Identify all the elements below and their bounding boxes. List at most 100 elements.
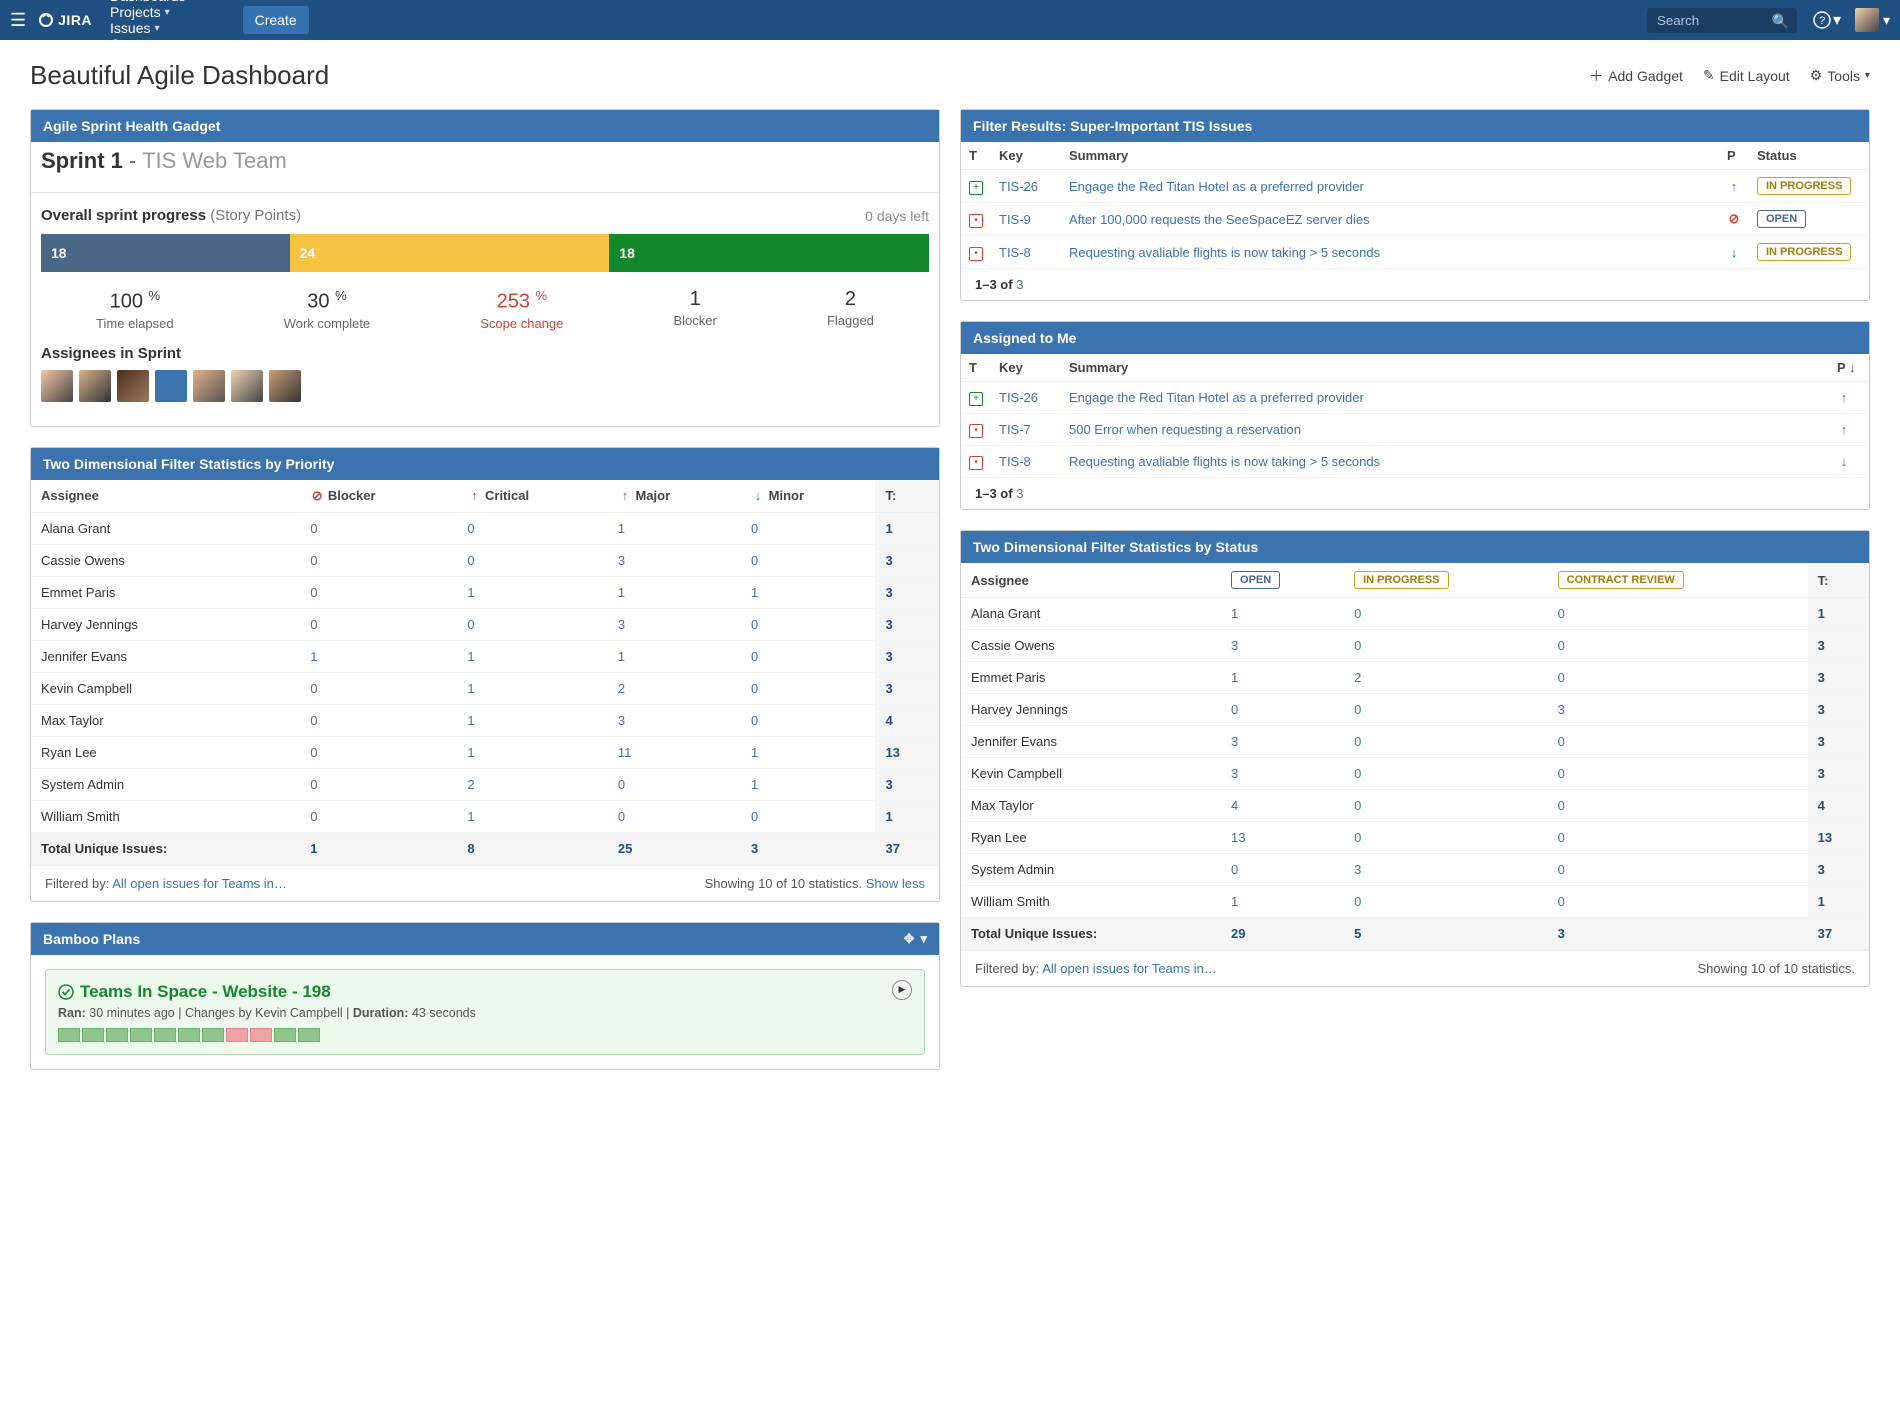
count-link[interactable]: 1 — [618, 585, 625, 600]
count-link[interactable]: 3 — [1354, 862, 1361, 877]
count-link[interactable]: 37 — [1818, 926, 1832, 941]
count-link[interactable]: 0 — [751, 553, 758, 568]
jira-logo[interactable]: JIRA — [38, 12, 92, 28]
bamboo-plan-link[interactable]: Teams In Space - Website - 198 — [80, 982, 331, 1002]
nav-capture[interactable]: Capture ▾ — [110, 36, 195, 52]
count-link[interactable]: 0 — [1354, 894, 1361, 909]
count-link[interactable]: 0 — [310, 681, 317, 696]
build-cell[interactable] — [226, 1028, 248, 1042]
count-link[interactable]: 0 — [1354, 734, 1361, 749]
count-link[interactable]: 1 — [1231, 894, 1238, 909]
user-avatar[interactable]: ▾ — [1855, 8, 1890, 32]
issue-key-link[interactable]: TIS-7 — [999, 422, 1031, 437]
count-link[interactable]: 1 — [467, 745, 474, 760]
nav-projects[interactable]: Projects ▾ — [110, 4, 195, 20]
edit-layout-button[interactable]: ✎Edit Layout — [1703, 67, 1790, 84]
count-link[interactable]: 0 — [1558, 894, 1565, 909]
issue-key-link[interactable]: TIS-9 — [999, 212, 1031, 227]
count-link[interactable]: 1 — [467, 713, 474, 728]
count-link[interactable]: 3 — [1558, 926, 1565, 941]
count-link[interactable]: 4 — [1231, 798, 1238, 813]
count-link[interactable]: 13 — [885, 745, 899, 760]
count-link[interactable]: 1 — [467, 649, 474, 664]
build-cell[interactable] — [250, 1028, 272, 1042]
pager-link[interactable]: 3 — [1016, 486, 1023, 501]
issue-key-link[interactable]: TIS-26 — [999, 390, 1038, 405]
count-link[interactable]: 1 — [1818, 894, 1825, 909]
issue-key-link[interactable]: TIS-8 — [999, 454, 1031, 469]
build-cell[interactable] — [58, 1028, 80, 1042]
count-link[interactable]: 1 — [467, 681, 474, 696]
count-link[interactable]: 0 — [1558, 734, 1565, 749]
count-link[interactable]: 3 — [618, 553, 625, 568]
count-link[interactable]: 0 — [618, 777, 625, 792]
count-link[interactable]: 3 — [885, 681, 892, 696]
play-icon[interactable]: ▶ — [892, 980, 912, 1000]
issue-key-link[interactable]: TIS-8 — [999, 245, 1031, 260]
count-link[interactable]: 1 — [310, 649, 317, 664]
hamburger-icon[interactable]: ☰ — [10, 10, 26, 31]
count-link[interactable]: 2 — [1354, 670, 1361, 685]
move-icon[interactable]: ✥ — [904, 931, 915, 947]
count-link[interactable]: 1 — [310, 841, 317, 856]
count-link[interactable]: 1 — [751, 777, 758, 792]
nav-issues[interactable]: Issues ▾ — [110, 20, 195, 36]
assignee-avatar[interactable] — [193, 370, 225, 402]
assignee-avatar[interactable] — [269, 370, 301, 402]
count-link[interactable]: 0 — [1558, 862, 1565, 877]
count-link[interactable]: 29 — [1231, 926, 1245, 941]
add-gadget-button[interactable]: ＋Add Gadget — [1589, 66, 1683, 86]
count-link[interactable]: 0 — [467, 553, 474, 568]
count-link[interactable]: 0 — [751, 649, 758, 664]
count-link[interactable]: 0 — [310, 777, 317, 792]
build-cell[interactable] — [82, 1028, 104, 1042]
count-link[interactable]: 4 — [885, 713, 892, 728]
count-link[interactable]: 1 — [1818, 606, 1825, 621]
count-link[interactable]: 5 — [1354, 926, 1361, 941]
count-link[interactable]: 37 — [885, 841, 899, 856]
assignee-avatar[interactable] — [117, 370, 149, 402]
count-link[interactable]: 0 — [310, 713, 317, 728]
count-link[interactable]: 3 — [1818, 734, 1825, 749]
count-link[interactable]: 0 — [310, 745, 317, 760]
search-icon[interactable]: 🔍 — [1772, 13, 1789, 30]
count-link[interactable]: 3 — [885, 553, 892, 568]
count-link[interactable]: 3 — [885, 777, 892, 792]
build-cell[interactable] — [130, 1028, 152, 1042]
count-link[interactable]: 1 — [1231, 606, 1238, 621]
build-cell[interactable] — [202, 1028, 224, 1042]
issue-summary-link[interactable]: After 100,000 requests the SeeSpaceEZ se… — [1069, 212, 1370, 227]
count-link[interactable]: 0 — [751, 809, 758, 824]
count-link[interactable]: 3 — [1231, 766, 1238, 781]
show-less-link[interactable]: Show less — [866, 876, 925, 891]
filter-link[interactable]: All open issues for Teams in… — [1042, 961, 1217, 976]
assignee-avatar[interactable] — [231, 370, 263, 402]
count-link[interactable]: 0 — [751, 713, 758, 728]
count-link[interactable]: 0 — [1558, 638, 1565, 653]
issue-summary-link[interactable]: Requesting avaliable flights is now taki… — [1069, 245, 1380, 260]
assignee-avatar[interactable] — [41, 370, 73, 402]
tools-button[interactable]: ⚙Tools▾ — [1810, 67, 1870, 84]
filter-link[interactable]: All open issues for Teams in… — [112, 876, 287, 891]
count-link[interactable]: 3 — [885, 649, 892, 664]
count-link[interactable]: 0 — [618, 809, 625, 824]
count-link[interactable]: 11 — [618, 745, 632, 760]
count-link[interactable]: 3 — [1231, 638, 1238, 653]
count-link[interactable]: 0 — [1558, 670, 1565, 685]
count-link[interactable]: 1 — [1231, 670, 1238, 685]
count-link[interactable]: 1 — [467, 585, 474, 600]
count-link[interactable]: 3 — [1818, 670, 1825, 685]
count-link[interactable]: 0 — [467, 617, 474, 632]
count-link[interactable]: 3 — [751, 841, 758, 856]
count-link[interactable]: 0 — [1354, 606, 1361, 621]
count-link[interactable]: 0 — [1354, 702, 1361, 717]
count-link[interactable]: 0 — [1354, 798, 1361, 813]
build-cell[interactable] — [154, 1028, 176, 1042]
create-button[interactable]: Create — [243, 6, 309, 34]
count-link[interactable]: 0 — [1354, 638, 1361, 653]
count-link[interactable]: 0 — [310, 521, 317, 536]
count-link[interactable]: 13 — [1231, 830, 1245, 845]
count-link[interactable]: 0 — [1231, 862, 1238, 877]
help-icon[interactable]: ? ▾ — [1813, 10, 1841, 30]
count-link[interactable]: 0 — [1231, 702, 1238, 717]
